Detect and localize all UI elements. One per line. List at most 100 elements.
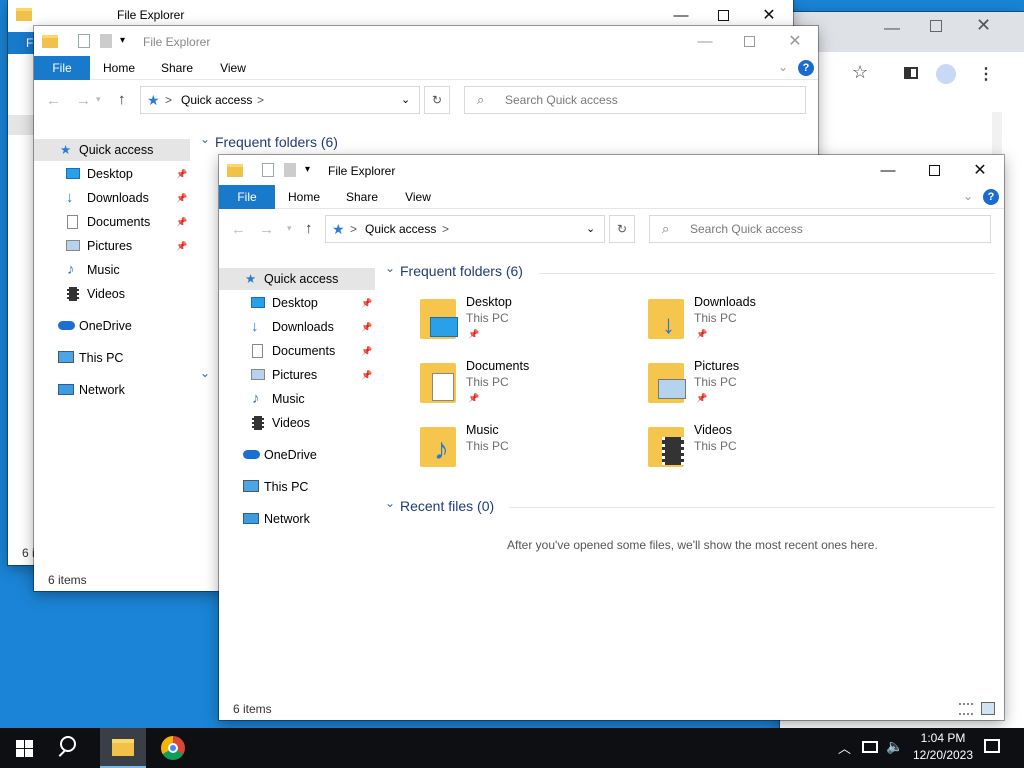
start-windows-icon[interactable] (16, 740, 33, 757)
nav-this-pc[interactable]: This PC (34, 347, 190, 369)
minimize-button[interactable]: — (682, 26, 728, 56)
nav-documents[interactable]: Documents 📌 (219, 340, 375, 362)
nav-quick-access[interactable]: ★ Quick access (34, 139, 190, 161)
maximize-button[interactable] (726, 26, 772, 56)
nav-pictures[interactable]: Pictures 📌 (219, 364, 375, 386)
section-chevron-icon[interactable]: ⌄ (200, 366, 210, 380)
nav-music[interactable]: ♪ Music (34, 259, 190, 281)
nav-network[interactable]: Network (34, 379, 190, 401)
tab-file[interactable]: File (34, 56, 90, 80)
address-bar[interactable]: ★ > Quick access > ⌄ (325, 215, 605, 243)
nav-this-pc[interactable]: This PC (219, 476, 375, 498)
chrome-menu-icon[interactable]: ⋮ (978, 64, 994, 84)
recent-files-header[interactable]: Recent files (0) (400, 498, 494, 514)
recent-locations-icon[interactable]: ▾ (287, 223, 292, 234)
tab-view[interactable]: View (395, 185, 441, 209)
large-icons-view-icon[interactable] (981, 702, 995, 715)
details-view-icon[interactable] (959, 703, 973, 715)
nav-network[interactable]: Network (219, 508, 375, 530)
breadcrumb-location[interactable]: Quick access (365, 222, 436, 236)
chrome-maximize-button[interactable] (930, 20, 942, 32)
search-icon[interactable] (60, 736, 76, 752)
nav-quick-access[interactable]: ★ Quick access (219, 268, 375, 290)
search-box[interactable]: ⌕ Search Quick access (649, 215, 991, 243)
back-arrow-icon[interactable]: ← (231, 221, 246, 238)
nav-music[interactable]: ♪ Music (219, 388, 375, 410)
refresh-button[interactable]: ↻ (424, 86, 450, 114)
new-folder-icon[interactable] (284, 163, 296, 177)
up-arrow-icon[interactable]: ↑ (305, 220, 313, 237)
refresh-button[interactable]: ↻ (609, 215, 635, 243)
close-button[interactable]: ✕ (772, 26, 818, 56)
section-chevron-icon[interactable]: ⌄ (200, 132, 210, 146)
folder-name: Pictures (694, 359, 740, 373)
ribbon-expand-icon[interactable]: ⌄ (778, 60, 788, 74)
nav-downloads[interactable]: ↓ Downloads 📌 (219, 316, 375, 338)
nav-onedrive[interactable]: OneDrive (34, 315, 190, 337)
nav-desktop[interactable]: Desktop 📌 (219, 292, 375, 314)
minimize-button[interactable]: — (865, 155, 911, 185)
back-arrow-icon[interactable]: ← (46, 92, 61, 109)
forward-arrow-icon[interactable]: → (259, 221, 274, 238)
ribbon-expand-icon[interactable]: ⌄ (963, 189, 973, 203)
frequent-folders-header[interactable]: Frequent folders (6) (400, 263, 523, 279)
network-status-icon[interactable] (862, 741, 878, 753)
nav-desktop[interactable]: Desktop 📌 (34, 163, 190, 185)
nav-label: This PC (79, 351, 124, 365)
profile-icon[interactable] (936, 64, 956, 84)
clock[interactable]: 1:04 PM 12/20/2023 (910, 731, 976, 762)
star-icon[interactable]: ☆ (852, 62, 868, 83)
nav-documents[interactable]: Documents 📌 (34, 211, 190, 233)
show-hidden-icons-chevron[interactable]: ︿ (838, 738, 851, 757)
address-dropdown-icon[interactable]: ⌄ (586, 222, 595, 235)
folder-tile-pictures[interactable]: Pictures This PC 📌 (648, 359, 868, 415)
chrome-taskbar-button[interactable] (150, 728, 196, 768)
nav-videos[interactable]: Videos (219, 412, 375, 434)
help-icon[interactable]: ? (798, 60, 814, 76)
chrome-close-button[interactable]: ✕ (976, 15, 991, 36)
nav-onedrive[interactable]: OneDrive (219, 444, 375, 466)
tab-home[interactable]: Home (96, 56, 142, 80)
folder-tile-music[interactable]: ♪ Music This PC (420, 423, 640, 479)
tab-file[interactable]: File (219, 185, 275, 209)
tab-home[interactable]: Home (281, 185, 327, 209)
search-box[interactable]: ⌕ Search Quick access (464, 86, 806, 114)
maximize-button[interactable] (911, 155, 957, 185)
nav-videos[interactable]: Videos (34, 283, 190, 305)
folder-tile-desktop[interactable]: Desktop This PC 📌 (420, 295, 640, 351)
section-chevron-icon[interactable]: ⌄ (385, 496, 395, 510)
tab-share[interactable]: Share (339, 185, 385, 209)
tab-view[interactable]: View (210, 56, 256, 80)
frequent-folders-header[interactable]: Frequent folders (6) (215, 134, 338, 150)
nav-pictures[interactable]: Pictures 📌 (34, 235, 190, 257)
folder-tile-videos[interactable]: Videos This PC (648, 423, 868, 479)
documents-folder-icon (420, 363, 456, 403)
folder-tile-documents[interactable]: Documents This PC 📌 (420, 359, 640, 415)
file-explorer-taskbar-button[interactable] (100, 728, 146, 768)
explorer-app-icon (42, 35, 58, 48)
breadcrumb-location[interactable]: Quick access (181, 93, 252, 107)
side-panel-icon[interactable] (904, 67, 918, 79)
qat-dropdown-icon[interactable]: ▾ (305, 164, 310, 175)
properties-icon[interactable] (78, 34, 90, 48)
up-arrow-icon[interactable]: ↑ (118, 91, 126, 108)
tab-share[interactable]: Share (154, 56, 200, 80)
new-folder-icon[interactable] (100, 34, 112, 48)
qat-dropdown-icon[interactable]: ▾ (120, 35, 125, 46)
section-chevron-icon[interactable]: ⌄ (385, 261, 395, 275)
help-icon[interactable]: ? (983, 189, 999, 205)
forward-arrow-icon[interactable]: → (76, 92, 91, 109)
chrome-icon-center (168, 743, 178, 753)
close-button[interactable]: ✕ (957, 155, 1003, 185)
properties-icon[interactable] (262, 163, 274, 177)
address-dropdown-icon[interactable]: ⌄ (401, 93, 410, 106)
notification-center-icon[interactable] (984, 739, 1000, 753)
address-bar[interactable]: ★ > Quick access > ⌄ (140, 86, 420, 114)
folder-tile-downloads[interactable]: ↓ Downloads This PC 📌 (648, 295, 868, 351)
status-bar: 6 items (219, 698, 1004, 720)
recent-locations-icon[interactable]: ▾ (96, 94, 101, 105)
breadcrumb-chevron: > (350, 222, 358, 236)
chrome-minimize-button[interactable]: — (884, 20, 900, 38)
volume-muted-icon[interactable]: 🔈 (886, 738, 903, 755)
nav-downloads[interactable]: ↓ Downloads 📌 (34, 187, 190, 209)
